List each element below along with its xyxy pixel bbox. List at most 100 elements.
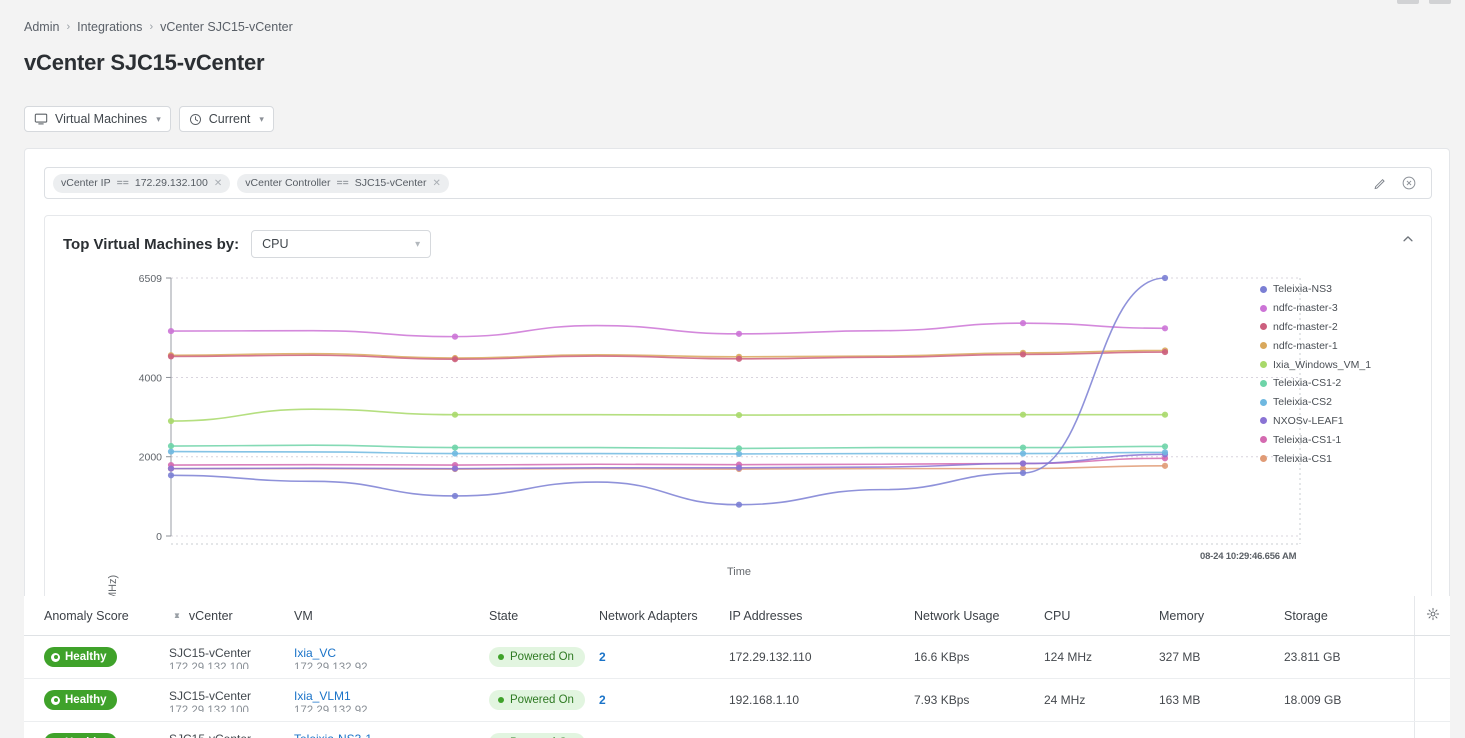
filter-chip-remove-icon[interactable]: ✕ (433, 178, 441, 189)
cell-storage: 18.009 GB (1284, 693, 1342, 707)
legend-item-ndfc-master-2[interactable]: ndfc-master-2 (1260, 318, 1425, 337)
vcenter-ip: 172.29.132.100 (169, 704, 249, 712)
column-header-label: Anomaly Score (44, 608, 129, 623)
chart-legend: Teleixia-NS3 ndfc-master-3 ndfc-master-2 nd… (1260, 280, 1425, 468)
column-header-network-usage[interactable]: Network Usage (914, 609, 1044, 623)
column-header-vm[interactable]: VM (294, 609, 489, 623)
state-dot-icon (498, 654, 504, 660)
table-body: Healthy SJC15-vCenter 172.29.132.100 Ixia_V… (24, 636, 1450, 738)
filter-bar-actions (1373, 175, 1423, 191)
table-row[interactable]: Healthy SJC15-vCenter 172.29.132.100 Ixia_V… (24, 679, 1450, 722)
gear-icon (1426, 607, 1440, 624)
filter-chip-value: SJC15-vCenter (354, 177, 427, 189)
column-header-ip-addresses[interactable]: IP Addresses (729, 609, 914, 623)
cell-vm: Teleixia-NS3-1 (294, 732, 489, 738)
metric-select[interactable]: CPU ▾ (251, 230, 432, 258)
status-badge-label: Healthy (65, 651, 107, 663)
breadcrumb-item-current: vCenter SJC15-vCenter (160, 20, 293, 34)
breadcrumb: Admin › Integrations › vCenter SJC15-vCe… (24, 20, 293, 34)
legend-color-dot (1260, 285, 1267, 293)
legend-color-dot (1260, 417, 1267, 425)
time-range-button[interactable]: Current ▾ (178, 106, 274, 132)
health-check-icon (51, 652, 60, 662)
health-check-icon (51, 695, 60, 705)
state-pill: Powered On (489, 690, 585, 710)
window-controls[interactable] (1397, 0, 1451, 4)
cell-memory: 327 MB (1159, 650, 1201, 664)
clear-circle-icon[interactable] (1401, 175, 1417, 191)
scope-selector-button[interactable]: Virtual Machines ▾ (24, 106, 171, 132)
column-header-anomaly-score[interactable]: Anomaly Score (24, 609, 169, 623)
filter-chip-remove-icon[interactable]: ✕ (214, 178, 222, 189)
column-header-memory[interactable]: Memory (1159, 609, 1284, 623)
chevron-up-icon[interactable] (1401, 232, 1415, 246)
window-maximize-button[interactable] (1429, 0, 1451, 4)
legend-item-teleixia-cs1-2[interactable]: Teleixia-CS1-2 (1260, 374, 1425, 393)
network-adapters-link[interactable]: 2 (599, 693, 606, 707)
legend-item-teleixia-cs1-1[interactable]: Teleixia-CS1-1 (1260, 430, 1425, 449)
legend-item-ixia-windows-vm-1[interactable]: Ixia_Windows_VM_1 (1260, 355, 1425, 374)
cell-state: Powered On (489, 647, 599, 667)
filter-chip[interactable]: vCenter Controller == SJC15-vCenter ✕ (237, 173, 449, 193)
vm-ip: 172.29.132.92 (294, 704, 368, 712)
toolbar: Virtual Machines ▾ Current ▾ (24, 106, 274, 132)
chevron-down-icon: ▾ (415, 238, 421, 250)
column-header-label: vCenter (188, 608, 233, 623)
cell-row-actions (1414, 722, 1450, 738)
cell-state: Powered On (489, 690, 599, 710)
legend-item-teleixia-cs1[interactable]: Teleixia-CS1 (1260, 449, 1425, 468)
cell-network-usage: 7.93 KBps (914, 693, 970, 707)
legend-item-label: Teleixia-CS1-2 (1273, 377, 1342, 390)
legend-item-nxosv-leaf1[interactable]: NXOSv-LEAF1 (1260, 412, 1425, 431)
cell-vcenter: SJC15-vCenter 172.29.132.100 (169, 646, 294, 669)
time-range-label: Current (208, 112, 251, 126)
column-header-vcenter[interactable]: ▲ ▼ vCenter (169, 609, 294, 623)
state-pill-label: Powered On (510, 651, 574, 663)
vm-name-link[interactable]: Ixia_VC (294, 646, 489, 661)
legend-item-ndfc-master-3[interactable]: ndfc-master-3 (1260, 299, 1425, 318)
svg-text:2000: 2000 (139, 452, 163, 464)
table-row[interactable]: Healthy SJC15-vCenterTeleixia-NS3-1Powere… (24, 722, 1450, 738)
network-adapters-link[interactable]: 2 (599, 650, 606, 664)
vm-name-link[interactable]: Ixia_VLM1 (294, 689, 489, 704)
filter-chip[interactable]: vCenter IP == 172.29.132.100 ✕ (53, 173, 231, 193)
vcenter-name: SJC15-vCenter (169, 645, 252, 660)
cell-anomaly-score: Healthy (24, 690, 169, 710)
column-header-label: Storage (1284, 608, 1328, 623)
column-header-network-adapters[interactable]: Network Adapters (599, 609, 729, 623)
filter-chip-field: vCenter IP (61, 177, 111, 189)
filter-bar[interactable]: vCenter IP == 172.29.132.100 ✕ vCenter C… (44, 167, 1432, 199)
legend-color-dot (1260, 342, 1267, 350)
column-header-label: Memory (1159, 608, 1205, 623)
column-header-state[interactable]: State (489, 609, 599, 623)
legend-item-label: ndfc-master-1 (1273, 339, 1338, 352)
legend-item-ndfc-master-1[interactable]: ndfc-master-1 (1260, 336, 1425, 355)
column-header-label: VM (294, 608, 313, 623)
vcenter-name: SJC15-vCenter (169, 732, 294, 738)
cell-row-actions (1414, 636, 1450, 678)
svg-text:4000: 4000 (139, 372, 163, 384)
cell-network-usage: 16.6 KBps (914, 650, 970, 664)
filter-chip-operator: == (116, 177, 129, 189)
column-header-label: Network Usage (914, 608, 1000, 623)
filter-chip-value: 172.29.132.100 (134, 177, 208, 189)
column-header-cpu[interactable]: CPU (1044, 609, 1159, 623)
vm-name-link[interactable]: Teleixia-NS3-1 (294, 732, 489, 738)
breadcrumb-item-integrations[interactable]: Integrations (77, 20, 142, 34)
filter-chip-field: vCenter Controller (245, 177, 331, 189)
legend-item-label: Teleixia-CS2 (1273, 396, 1332, 409)
legend-item-teleixia-ns3[interactable]: Teleixia-NS3 (1260, 280, 1425, 299)
breadcrumb-item-admin[interactable]: Admin (24, 20, 59, 34)
legend-color-dot (1260, 304, 1267, 312)
table-settings-button[interactable] (1414, 596, 1450, 635)
pencil-icon[interactable] (1373, 176, 1387, 190)
status-badge: Healthy (44, 690, 117, 710)
cell-storage: 23.811 GB (1284, 650, 1341, 664)
scope-selector-label: Virtual Machines (55, 112, 148, 126)
column-header-storage[interactable]: Storage (1284, 609, 1414, 623)
window-minimize-button[interactable] (1397, 0, 1419, 4)
legend-item-teleixia-cs2[interactable]: Teleixia-CS2 (1260, 393, 1425, 412)
cell-cpu: 124 MHz (1044, 650, 1093, 664)
table-row[interactable]: Healthy SJC15-vCenter 172.29.132.100 Ixia_V… (24, 636, 1450, 679)
line-chart[interactable]: 0 2000 4000 6509 (45, 266, 1433, 566)
